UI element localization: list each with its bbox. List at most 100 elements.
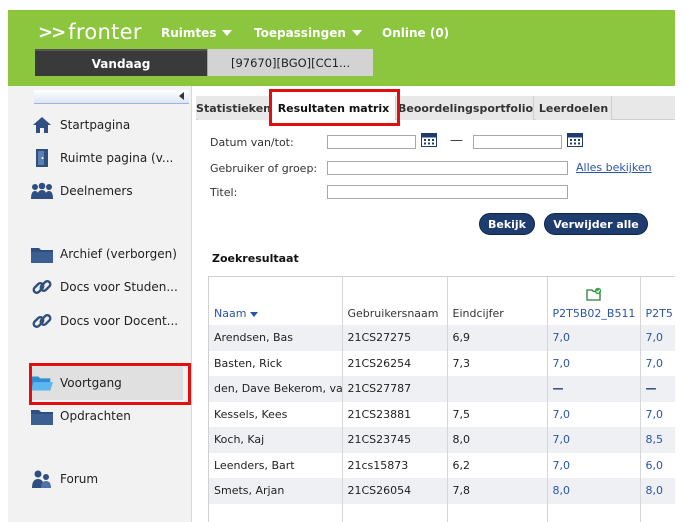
- collapse-arrow-icon[interactable]: [179, 92, 184, 100]
- sidebar-item-label: Startpagina: [60, 118, 131, 132]
- forum-users-icon: [30, 467, 54, 491]
- cell-gebruikersnaam: 21CS23745: [342, 427, 448, 453]
- column-header-assignment-2[interactable]: P2T5: [640, 277, 675, 325]
- user-group-label: Gebruiker of groep:: [210, 162, 318, 175]
- table-row: Kessels, Kees 21CS23881 7,5 7,0 7,0: [209, 401, 675, 427]
- sidebar-item-label: Docs voor Docent...: [60, 314, 179, 328]
- table-row: Leenders, Bart 21cs15873 6,2 7,0 6,0: [209, 452, 675, 478]
- caret-down-icon: [351, 30, 362, 36]
- cell-grade[interactable]: 7,0: [640, 325, 675, 351]
- date-range-separator: —: [450, 133, 463, 148]
- cell-eindcijfer: 7,5: [447, 401, 548, 427]
- fronter-logo[interactable]: >> fronter: [38, 20, 142, 44]
- tab-leerdoelen[interactable]: Leerdoelen: [536, 96, 612, 120]
- user-group-input[interactable]: [327, 161, 568, 175]
- cell-grade[interactable]: 7,0: [547, 452, 641, 478]
- cell-grade[interactable]: [640, 503, 675, 522]
- delete-all-button[interactable]: Verwijder alle: [544, 213, 648, 235]
- cell-grade[interactable]: 7,0: [640, 401, 675, 427]
- sidebar-item-opdrachten[interactable]: Opdrachten: [30, 403, 131, 429]
- sidebar-item-label: Opdrachten: [60, 409, 131, 423]
- column-header-naam[interactable]: Naam: [209, 277, 343, 325]
- sidebar-item-deelnemers[interactable]: Deelnemers: [30, 178, 133, 204]
- cell-grade[interactable]: 6,0: [640, 452, 675, 478]
- cell-grade[interactable]: 7,0: [640, 350, 675, 376]
- sidebar-item-label: Forum: [60, 472, 99, 486]
- nav-tools-label: Toepassingen: [254, 26, 346, 40]
- cell-eindcijfer: 7,8: [447, 478, 548, 504]
- cell-eindcijfer: [447, 503, 548, 522]
- tab-statistieken[interactable]: Statistieken: [196, 96, 271, 120]
- table-row: Smets, Arjan 21CS26054 7,8 8,0 8,0: [209, 478, 675, 504]
- cell-grade[interactable]: 8,0: [640, 478, 675, 504]
- cell-grade[interactable]: 8,0: [547, 478, 641, 504]
- folder-icon: [30, 404, 54, 428]
- nav-online-label: Online (0): [382, 26, 450, 40]
- sidebar-item-ruimte-pagina[interactable]: Ruimte pagina (v...: [30, 145, 173, 171]
- column-header-assignment[interactable]: P2T5B02_B511: [547, 277, 641, 325]
- cell-grade[interactable]: 7,0: [547, 325, 641, 351]
- highlight-box-voortgang-top: [29, 363, 191, 405]
- cell-gebruikersnaam: 21CS26254: [342, 350, 448, 376]
- cell-eindcijfer: 6,2: [447, 452, 548, 478]
- calendar-icon[interactable]: [567, 132, 583, 147]
- table-row: Arendsen, Bas 21CS27275 6,9 7,0 7,0: [209, 325, 675, 351]
- nav-spaces[interactable]: Ruimtes: [161, 26, 233, 40]
- column-header-eindcijfer: Eindcijfer: [447, 277, 548, 325]
- cell-gebruikersnaam: 21CS26054: [342, 478, 448, 504]
- cell-gebruikersnaam: 21cs15873: [342, 452, 448, 478]
- participants-icon: [30, 179, 54, 203]
- cell-naam: Kessels, Kees: [209, 401, 343, 427]
- sidebar-item-docs-docenten[interactable]: Docs voor Docent...: [30, 308, 178, 334]
- calendar-icon[interactable]: [421, 132, 437, 147]
- table-row: Koch, Kaj 21CS23745 8,0 7,0 8,5: [209, 427, 675, 453]
- table-row: [209, 503, 675, 522]
- cell-grade[interactable]: 7,0: [547, 350, 641, 376]
- results-title: Zoekresultaat: [212, 252, 299, 265]
- cell-naam: Basten, Rick: [209, 350, 343, 376]
- tab-course[interactable]: [97670][BGO][CC1...: [208, 49, 373, 76]
- title-label: Titel:: [210, 186, 238, 199]
- sidebar-item-label: Archief (verborgen): [60, 247, 177, 261]
- nav-tools[interactable]: Toepassingen: [254, 26, 362, 40]
- cell-grade[interactable]: 7,0: [547, 427, 641, 453]
- view-button[interactable]: Bekijk: [479, 213, 535, 235]
- sort-down-icon: [250, 311, 259, 317]
- tab-beoordelingsportfolio[interactable]: Beoordelingsportfolio: [398, 96, 534, 120]
- cell-naam: Leenders, Bart: [209, 452, 343, 478]
- date-to-input[interactable]: [473, 135, 562, 149]
- sidebar-collapse-bar[interactable]: [34, 90, 189, 104]
- table-row: den, Dave Bekerom, va 21CS27787 — —: [209, 376, 675, 402]
- results-table: Naam Gebruikersnaam Eindcijfer P2T5B02_B…: [208, 276, 675, 522]
- cell-grade[interactable]: —: [640, 376, 675, 402]
- tab-today[interactable]: Vandaag: [35, 49, 207, 76]
- folder-icon: [30, 242, 54, 266]
- table-row: Basten, Rick 21CS26254 7,3 7,0 7,0: [209, 350, 675, 376]
- sidebar-item-forum[interactable]: Forum: [30, 466, 98, 492]
- room-door-icon: [30, 146, 54, 170]
- link-chain-icon: [30, 275, 54, 299]
- title-input[interactable]: [327, 185, 568, 199]
- nav-spaces-label: Ruimtes: [161, 26, 217, 40]
- cell-eindcijfer: [447, 376, 548, 402]
- sidebar-item-archief[interactable]: Archief (verborgen): [30, 241, 177, 267]
- nav-online[interactable]: Online (0): [382, 26, 449, 40]
- date-from-input[interactable]: [327, 135, 416, 149]
- sidebar-item-label: Ruimte pagina (v...: [60, 151, 174, 165]
- cell-gebruikersnaam: 21CS23881: [342, 401, 448, 427]
- see-all-link[interactable]: Alles bekijken: [576, 161, 652, 174]
- sidebar-item-docs-studenten[interactable]: Docs voor Studen...: [30, 274, 178, 300]
- table-header-row: Naam Gebruikersnaam Eindcijfer P2T5B02_B…: [209, 277, 675, 325]
- column-header-label: P2T5B02_B511: [552, 307, 636, 320]
- cell-grade[interactable]: 8,5: [640, 427, 675, 453]
- cell-naam: den, Dave Bekerom, va: [209, 376, 343, 402]
- cell-naam: [209, 503, 343, 522]
- sidebar-item-startpagina[interactable]: Startpagina: [30, 112, 130, 138]
- cell-grade[interactable]: 7,0: [547, 401, 641, 427]
- cell-grade[interactable]: —: [547, 376, 641, 402]
- highlight-box-resultaten-matrix: [269, 89, 400, 126]
- sidebar-item-label: Deelnemers: [60, 184, 133, 198]
- cell-naam: Smets, Arjan: [209, 478, 343, 504]
- cell-grade[interactable]: [547, 503, 641, 522]
- assignment-folder-icon: [585, 287, 601, 301]
